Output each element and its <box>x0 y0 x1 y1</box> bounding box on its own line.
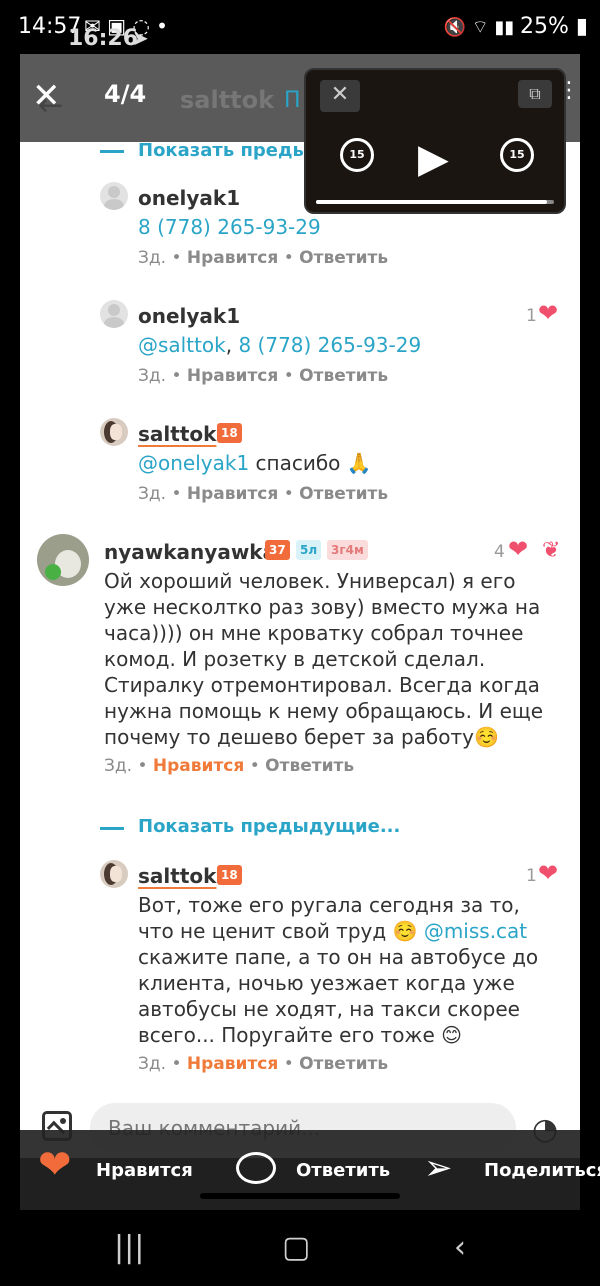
heart-icon[interactable]: ❤ <box>538 301 558 325</box>
comment-username[interactable]: onelyak1 <box>138 186 240 210</box>
image-counter: 4/4 <box>104 80 147 108</box>
like-button[interactable]: Нравится <box>96 1160 193 1181</box>
meta-separator: • <box>171 484 187 504</box>
heart-icon[interactable]: ❤ <box>38 1142 72 1188</box>
comment-username[interactable]: salttok <box>138 864 216 888</box>
play-icon[interactable]: ▶ <box>418 136 449 182</box>
comment-time: Зд. <box>138 1054 167 1074</box>
like-link[interactable]: Нравится <box>153 756 244 776</box>
comment-username[interactable]: salttok <box>138 422 216 446</box>
show-previous-link[interactable]: Показать предыдущие... <box>138 816 400 837</box>
status-time-overlay: 16:26 <box>68 26 139 51</box>
like-count: 4 <box>494 542 505 562</box>
phone-link[interactable]: 8 (778) 265-93-29 <box>238 333 421 357</box>
level-badge: 18 <box>217 423 242 443</box>
meta-separator: • <box>283 248 300 268</box>
comment-meta: Зд. • Нравится • Ответить <box>138 366 388 386</box>
pip-progress[interactable] <box>316 200 554 204</box>
level-badge: 18 <box>217 865 242 885</box>
meta-separator: • <box>171 366 187 386</box>
close-icon[interactable]: ✕ <box>320 80 360 112</box>
heart-icon[interactable]: ❤ <box>508 537 528 561</box>
rewind-icon[interactable]: 15 <box>340 138 374 172</box>
reply-link[interactable]: Ответить <box>299 484 388 504</box>
reply-link[interactable]: Ответить <box>299 366 388 386</box>
comment-time: Зд. <box>104 756 133 776</box>
home-icon[interactable]: ▢ <box>282 1230 310 1265</box>
comment-meta: Зд. • Нравится • Ответить <box>138 1054 388 1074</box>
reply-link[interactable]: Ответить <box>299 1054 388 1074</box>
comment-username[interactable]: nyawkanyawka <box>104 540 276 564</box>
avatar[interactable] <box>100 182 128 210</box>
expand-icon[interactable]: ⧉ <box>518 80 552 108</box>
avatar[interactable] <box>100 860 128 888</box>
comment-bubble-icon[interactable] <box>236 1152 276 1184</box>
heart-icon[interactable]: ❤ <box>538 861 558 885</box>
child-age-badge: 5л <box>296 540 322 560</box>
comment-meta: Зд. • Нравится • Ответить <box>104 756 354 776</box>
pip-video-player[interactable]: ✕ ⧉ ⋮ 15 ▶ 15 <box>304 68 580 214</box>
comment-time: Зд. <box>138 366 167 386</box>
signal-icons: 🔇 ⌔ ▮▮ <box>443 17 520 38</box>
comment-body: скажите папе, а то он на автобусе до кли… <box>138 945 539 1047</box>
system-nav-bar: ||| ▢ ‹ <box>0 1210 600 1286</box>
comment-meta: Зд. • Нравится • Ответить <box>138 484 388 504</box>
post-author-suffix: П <box>284 88 301 113</box>
comment-time: Зд. <box>138 484 167 504</box>
avatar[interactable] <box>100 300 128 328</box>
meta-separator: • <box>171 248 187 268</box>
divider-dash <box>100 150 124 153</box>
like-link[interactable]: Нравится <box>187 1054 278 1074</box>
comma: , <box>225 333 233 357</box>
comments-panel: Показать предыдущие... onelyak1 8 (778) … <box>20 140 580 1102</box>
share-icon[interactable]: ➢ <box>424 1148 453 1188</box>
phone-link[interactable]: 8 (778) 265-93-29 <box>138 214 321 240</box>
comment-username[interactable]: onelyak1 <box>138 304 240 328</box>
comment-text: @onelyak1 спасибо 🙏 <box>138 450 372 476</box>
author-like-icon: ❦ <box>542 538 561 563</box>
mention-link[interactable]: @salttok <box>138 333 226 357</box>
comment-body: спасибо 🙏 <box>249 451 372 475</box>
meta-separator: • <box>283 484 300 504</box>
back-icon[interactable]: ‹ <box>454 1230 466 1265</box>
status-right: 🔇 ⌔ ▮▮ 25% ▮ <box>444 14 588 39</box>
divider-dash <box>100 827 124 830</box>
comment-text: @salttok, 8 (778) 265-93-29 <box>138 332 421 358</box>
pip-progress-fill <box>316 200 547 204</box>
comment-text: Вот, тоже его ругала сегодня за то, что … <box>138 892 558 1048</box>
close-icon[interactable]: ✕ <box>32 76 61 116</box>
like-link[interactable]: Нравится <box>187 248 278 268</box>
like-count: 1 <box>526 306 537 326</box>
recents-icon[interactable]: ||| <box>114 1230 144 1265</box>
mention-link[interactable]: @onelyak1 <box>138 451 249 475</box>
share-button[interactable]: Поделиться <box>484 1160 600 1181</box>
level-badge: 37 <box>265 540 290 560</box>
comment-time: Зд. <box>138 248 167 268</box>
post-author[interactable]: salttok <box>180 86 274 114</box>
reply-button[interactable]: Ответить <box>296 1160 390 1181</box>
comment-text: Ой хороший человек. Универсал) я его уже… <box>104 569 544 749</box>
child-age-badge: 3г4м <box>327 540 368 560</box>
reply-link[interactable]: Ответить <box>265 756 354 776</box>
meta-separator: • <box>249 756 266 776</box>
location-arrow-icon: ➤ <box>132 26 149 50</box>
meta-separator: • <box>171 1054 187 1074</box>
more-icon[interactable]: ⋮ <box>558 78 580 103</box>
avatar[interactable] <box>37 534 89 586</box>
meta-separator: • <box>137 756 153 776</box>
mention-link[interactable]: @miss.cat <box>424 919 527 943</box>
meta-separator: • <box>283 366 300 386</box>
meta-separator: • <box>283 1054 300 1074</box>
battery-icon: ▮ <box>568 14 588 39</box>
like-link[interactable]: Нравится <box>187 484 278 504</box>
avatar[interactable] <box>100 418 128 446</box>
battery-level: 25% <box>519 14 569 39</box>
like-count: 1 <box>526 866 537 886</box>
comment-meta: Зд. • Нравится • Ответить <box>138 248 388 268</box>
forward-icon[interactable]: 15 <box>500 138 534 172</box>
like-link[interactable]: Нравится <box>187 366 278 386</box>
home-indicator <box>200 1193 400 1199</box>
reply-link[interactable]: Ответить <box>299 248 388 268</box>
